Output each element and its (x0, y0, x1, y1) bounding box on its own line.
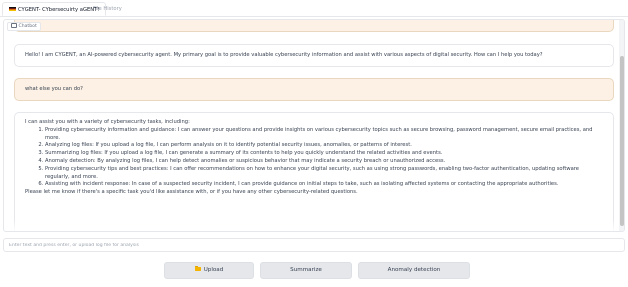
message-input[interactable] (3, 238, 625, 252)
upload-button-label: Upload (203, 267, 224, 273)
summarize-button-label: Summarize (290, 267, 322, 273)
anomaly-detection-button[interactable]: Anomaly detection (358, 262, 470, 279)
capabilities-list: Providing cybersecurity information and … (25, 127, 603, 189)
chatbot-panel: Chatbot Hello! I am CYGENT, an AI-powere… (3, 19, 625, 232)
tab-bar: CYGENT- CYbersecuirty aGENT! File Histor… (0, 0, 628, 17)
user-message-text: what else you can do? (25, 86, 83, 92)
chatbot-label: Chatbot (7, 22, 41, 31)
scrollbar-thumb[interactable] (619, 56, 624, 226)
list-item: Assisting with incident response: In cas… (45, 181, 603, 189)
chat-scrollbar[interactable] (619, 20, 624, 231)
user-message: what else you can do? (14, 78, 614, 101)
bot-message-intro: I can assist you with a variety of cyber… (25, 119, 190, 125)
upload-button[interactable]: Upload (164, 262, 254, 279)
bot-message-text: Hello! I am CYGENT, an AI-powered cybers… (25, 52, 543, 58)
tab-file-history-label: File History (93, 6, 122, 12)
chatbot-label-text: Chatbot (18, 24, 37, 29)
folder-icon (194, 266, 201, 271)
bot-message: I can assist you with a variety of cyber… (14, 112, 614, 231)
bot-message-outro: Please let me know if there's a specific… (25, 189, 358, 196)
list-item: Summarizing log files: If you upload a l… (45, 150, 603, 158)
scroll-fade (14, 220, 614, 231)
list-item: Anomaly detection: By analyzing log file… (45, 158, 603, 166)
summarize-button[interactable]: Summarize (260, 262, 352, 279)
list-item: Analyzing log files: If you upload a log… (45, 142, 603, 150)
list-item: Providing cybersecurity information and … (45, 127, 603, 143)
bot-message: Hello! I am CYGENT, an AI-powered cybers… (14, 44, 614, 67)
list-item: Providing cybersecurity tips and best pr… (45, 166, 603, 182)
previous-message-bubble (14, 20, 614, 32)
flag-icon (9, 7, 16, 11)
chat-icon (11, 22, 17, 28)
anomaly-detection-button-label: Anomaly detection (387, 267, 441, 273)
tab-file-history[interactable]: File History (87, 2, 128, 16)
